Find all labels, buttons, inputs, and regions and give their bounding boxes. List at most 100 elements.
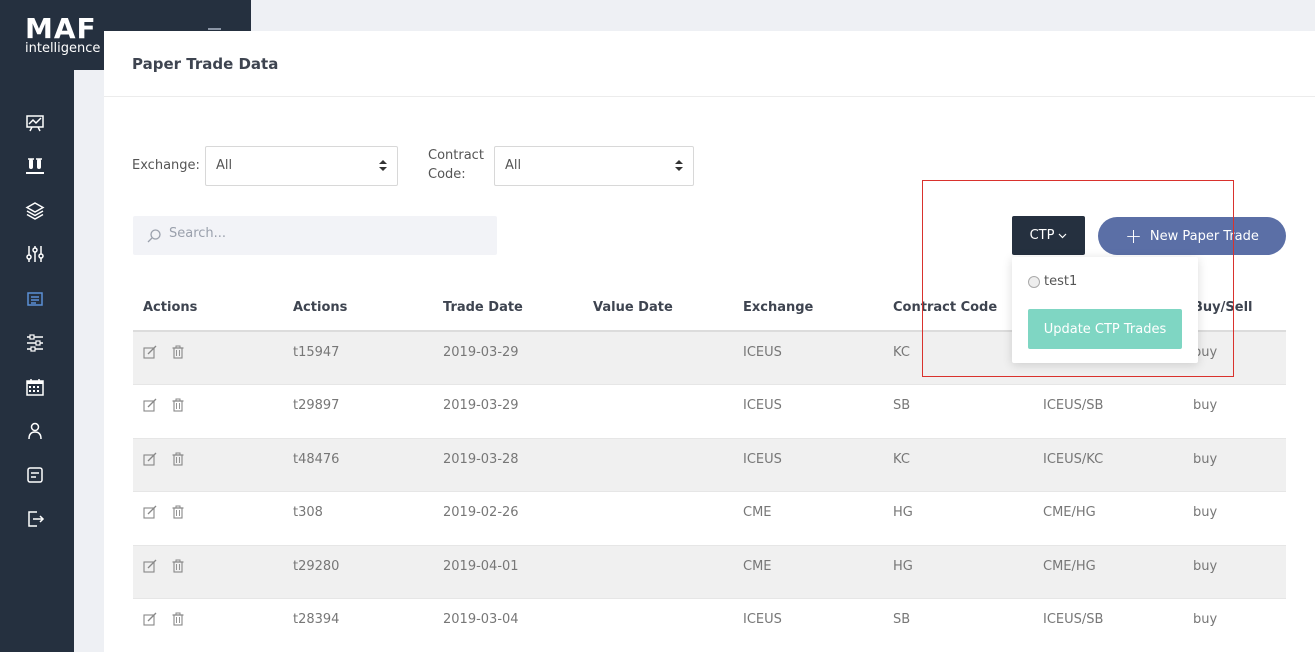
update-ctp-trades-button[interactable]: Update CTP Trades: [1028, 309, 1182, 349]
cell-trade-date: 2019-04-01: [433, 545, 583, 599]
cell-full-code: ICEUS/KC: [1033, 438, 1183, 492]
ctp-dropdown-button[interactable]: CTP: [1012, 216, 1085, 255]
edit-button[interactable]: [143, 398, 157, 416]
report-icon: [27, 467, 43, 483]
edit-icon: [143, 452, 157, 466]
edit-button[interactable]: [143, 345, 157, 363]
cell-contract-code: KC: [883, 438, 1033, 492]
cell-value-date: [583, 598, 733, 652]
delete-button[interactable]: [171, 612, 185, 630]
nav-sliders[interactable]: [24, 243, 46, 265]
cell-exchange: ICEUS: [733, 384, 883, 439]
calendar-icon: [26, 379, 44, 396]
cell-contract-code: SB: [883, 598, 1033, 652]
cell-trade-date: 2019-03-28: [433, 438, 583, 492]
cell-value-date: [583, 545, 733, 599]
cell-exchange: CME: [733, 491, 883, 546]
cell-contract-code: HG: [883, 545, 1033, 599]
cell-value-date: [583, 491, 733, 546]
row-actions: [133, 598, 283, 652]
nav-news-active[interactable]: [24, 288, 46, 310]
cell-trade-date: 2019-03-29: [433, 384, 583, 439]
search-input[interactable]: [169, 226, 469, 241]
cell-buy-sell: buy: [1183, 331, 1286, 385]
page-title: Paper Trade Data: [132, 55, 279, 73]
cell-buy-sell: buy: [1183, 598, 1286, 652]
edit-button[interactable]: [143, 452, 157, 470]
nav-lab[interactable]: [24, 155, 46, 177]
nav-logout[interactable]: [24, 508, 46, 530]
edit-button[interactable]: [143, 559, 157, 577]
radio-button[interactable]: [1028, 275, 1040, 288]
cell-contract-code: SB: [883, 384, 1033, 439]
delete-button[interactable]: [171, 452, 185, 470]
table-row[interactable]: t308 2019-02-26 CME HG CME/HG buy: [133, 491, 1286, 546]
main-panel: Paper Trade Data Exchange: All Contract …: [104, 31, 1315, 652]
nav-calendar[interactable]: [24, 376, 46, 398]
ctp-dropdown-menu: test1 Update CTP Trades: [1012, 257, 1198, 363]
cell-contract-code: KC: [883, 331, 1033, 385]
search-icon: [147, 229, 161, 243]
row-actions: [133, 438, 283, 492]
contract-code-select[interactable]: All: [494, 146, 694, 186]
contract-label-line2: Code:: [428, 167, 466, 182]
new-paper-trade-button[interactable]: + New Paper Trade: [1098, 217, 1286, 255]
menu-toggle-icon[interactable]: [208, 28, 221, 30]
chevron-down-icon: [1058, 233, 1067, 238]
nav-settings[interactable]: [24, 332, 46, 354]
edit-button[interactable]: [143, 612, 157, 630]
brand-subtitle: intelligence: [25, 41, 101, 56]
delete-button[interactable]: [171, 559, 185, 577]
contract-label-line1: Contract: [428, 148, 484, 163]
table-row[interactable]: t28394 2019-03-04 ICEUS SB ICEUS/SB buy: [133, 598, 1286, 652]
logout-icon: [28, 511, 45, 527]
col-header[interactable]: Trade Date: [433, 285, 583, 332]
col-header[interactable]: Actions: [133, 285, 283, 332]
news-icon: [27, 292, 43, 306]
dropdown-option-test1[interactable]: test1: [1028, 274, 1077, 289]
delete-button[interactable]: [171, 398, 185, 416]
col-header[interactable]: Value Date: [583, 285, 733, 332]
table-row[interactable]: t48476 2019-03-28 ICEUS KC ICEUS/KC buy: [133, 438, 1286, 492]
panel-header: Paper Trade Data: [104, 31, 1315, 97]
delete-button[interactable]: [171, 345, 185, 363]
exchange-select[interactable]: All: [205, 146, 398, 186]
delete-button[interactable]: [171, 505, 185, 523]
cell-value-date: [583, 331, 733, 385]
trash-icon: [172, 612, 184, 626]
chart-icon: [26, 115, 44, 132]
cell-buy-sell: buy: [1183, 491, 1286, 546]
table-row[interactable]: t29897 2019-03-29 ICEUS SB ICEUS/SB buy: [133, 384, 1286, 439]
edit-icon: [143, 398, 157, 412]
cell-id: t29897: [283, 384, 433, 439]
col-header[interactable]: Exchange: [733, 285, 883, 332]
nav-layers[interactable]: [24, 200, 46, 222]
edit-icon: [143, 345, 157, 359]
edit-button[interactable]: [143, 505, 157, 523]
cell-value-date: [583, 384, 733, 439]
sliders-icon: [26, 246, 44, 262]
col-header[interactable]: Contract Code: [883, 285, 1033, 332]
nav-dashboard[interactable]: [24, 112, 46, 134]
trash-icon: [172, 345, 184, 359]
edit-icon: [143, 505, 157, 519]
select-arrows-icon: [675, 159, 683, 173]
table-row[interactable]: t29280 2019-04-01 CME HG CME/HG buy: [133, 545, 1286, 599]
row-actions: [133, 491, 283, 546]
search-box: [133, 216, 497, 255]
row-actions: [133, 331, 283, 385]
nav-user[interactable]: [24, 420, 46, 442]
cell-id: t28394: [283, 598, 433, 652]
cell-exchange: CME: [733, 545, 883, 599]
cell-full-code: ICEUS/SB: [1033, 598, 1183, 652]
dropdown-option-label: test1: [1044, 274, 1078, 289]
edit-icon: [143, 612, 157, 626]
cell-exchange: ICEUS: [733, 331, 883, 385]
col-header[interactable]: Buy/Sell: [1183, 285, 1286, 332]
nav-report[interactable]: [24, 464, 46, 486]
exchange-label: Exchange:: [132, 158, 200, 173]
cell-buy-sell: buy: [1183, 384, 1286, 439]
col-header[interactable]: Actions: [283, 285, 433, 332]
new-paper-trade-label: New Paper Trade: [1149, 228, 1259, 244]
row-actions: [133, 384, 283, 439]
